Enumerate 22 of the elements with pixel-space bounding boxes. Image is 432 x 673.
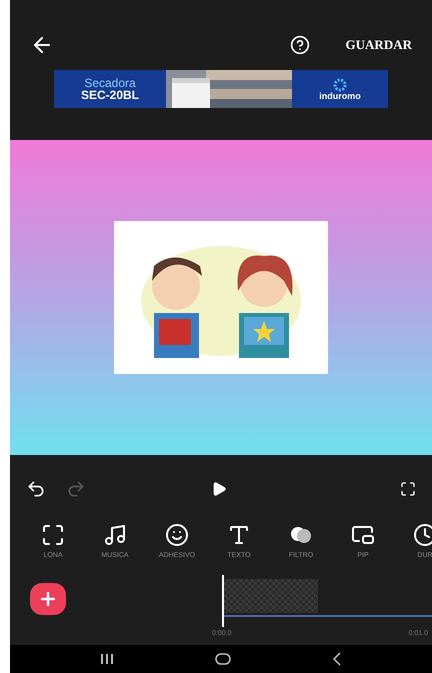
- text-icon: [227, 523, 251, 547]
- clip-track[interactable]: [224, 579, 318, 613]
- back-nav-icon[interactable]: [332, 652, 342, 666]
- add-button[interactable]: [30, 583, 66, 615]
- undo-button[interactable]: [26, 479, 46, 499]
- music-note-icon: [103, 523, 127, 547]
- plus-icon: [38, 589, 58, 609]
- play-button[interactable]: [211, 481, 227, 497]
- clock-icon: [413, 523, 432, 547]
- gear-icon: [333, 78, 347, 92]
- save-button[interactable]: GUARDAR: [346, 35, 412, 55]
- recent-apps-icon[interactable]: [100, 653, 114, 665]
- smiley-icon: [165, 523, 189, 547]
- ad-model: SEC-20BL: [80, 89, 139, 101]
- fullscreen-button[interactable]: [400, 481, 416, 497]
- ad-banner[interactable]: Secadora SEC-20BL induromo: [54, 70, 388, 108]
- frame-icon: [41, 523, 65, 547]
- brand-logo: induromo: [319, 92, 361, 100]
- ad-title: Secadora: [84, 77, 136, 89]
- home-icon[interactable]: [214, 653, 231, 665]
- pip-icon: [351, 523, 375, 547]
- help-button[interactable]: [290, 35, 310, 55]
